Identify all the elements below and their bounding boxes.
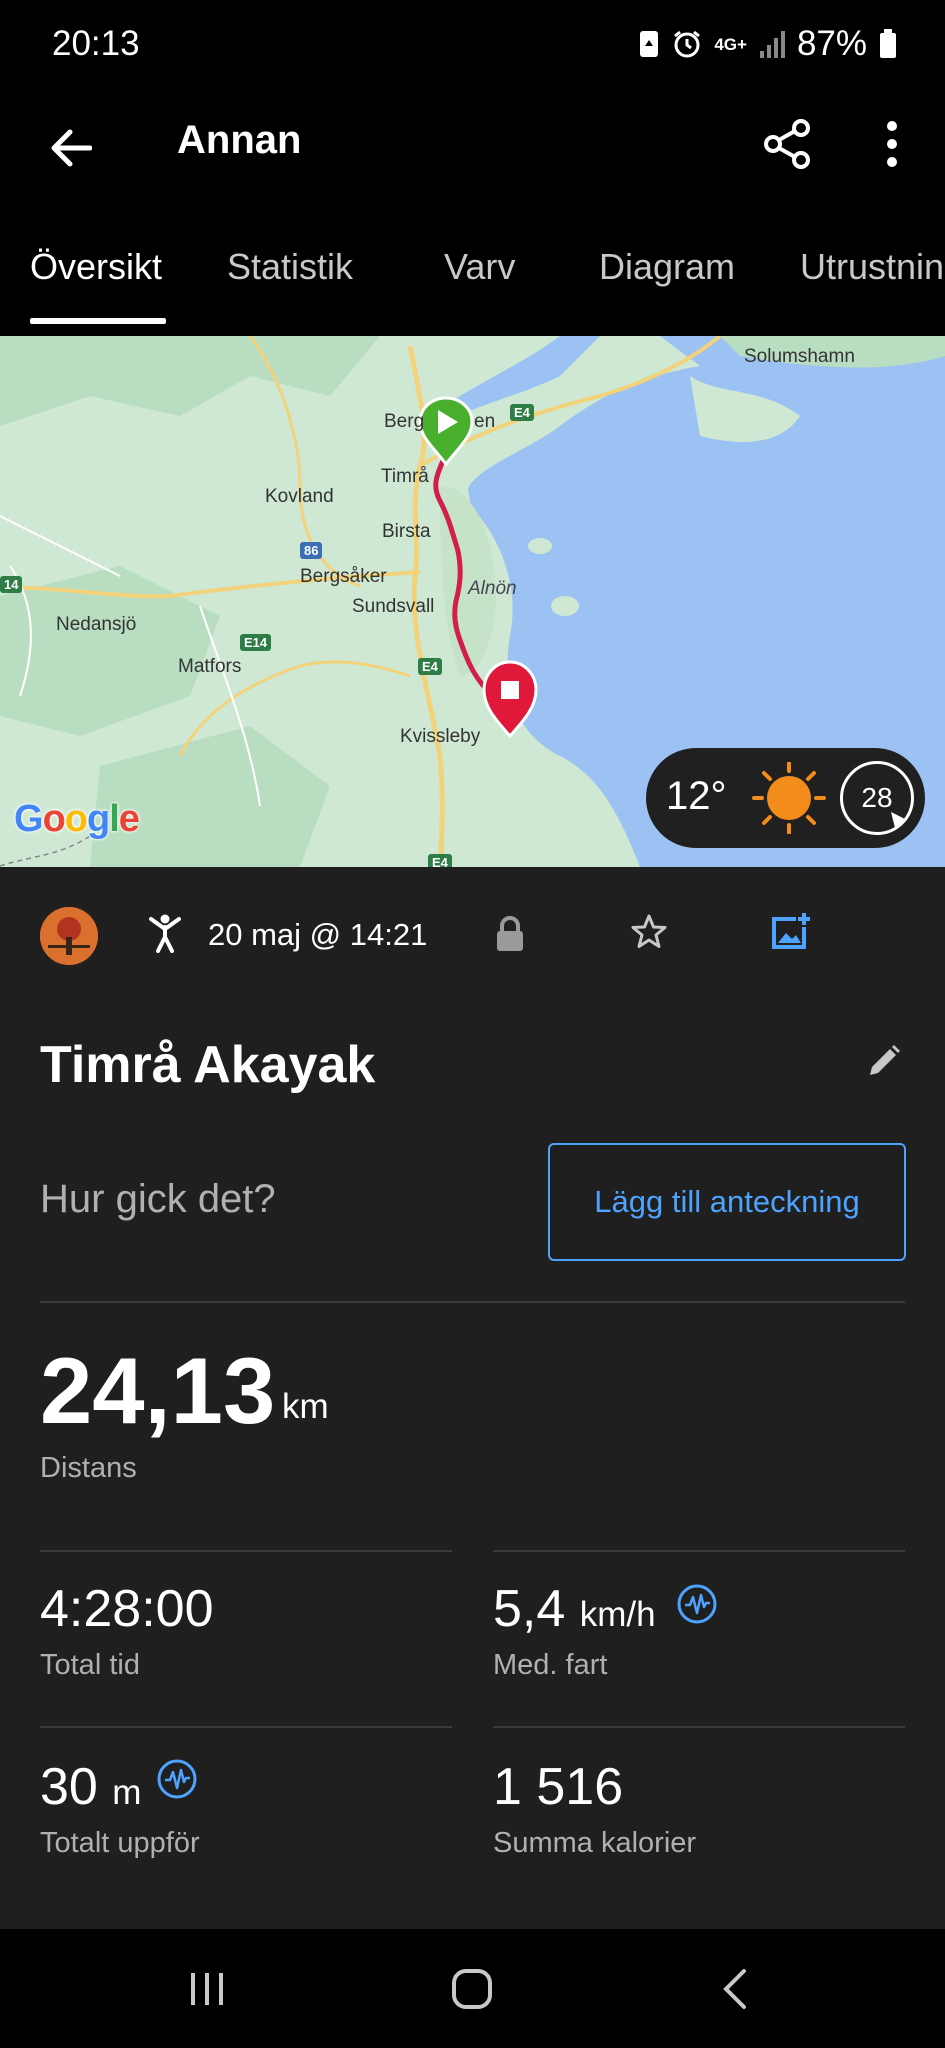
map-label-solumshamn: Solumshamn: [744, 346, 855, 367]
lock-icon[interactable]: [494, 915, 526, 953]
distance-label: Distans: [40, 1452, 137, 1484]
network-type: 4G+: [714, 34, 747, 54]
avg-speed-value: 5,4 km/h: [493, 1579, 656, 1639]
calories-label: Summa kalorier: [493, 1827, 697, 1859]
map-label-alnon: Alnön: [468, 578, 517, 599]
ascent-value: 30 m: [40, 1757, 141, 1817]
weather-widget[interactable]: 12° 28: [646, 748, 925, 848]
add-photo-icon[interactable]: [770, 911, 812, 951]
total-time-value: 4:28:00: [40, 1580, 214, 1638]
divider: [493, 1726, 905, 1728]
tab-diagram[interactable]: Diagram: [599, 246, 735, 288]
google-logo: Google: [14, 798, 140, 841]
map-label-kvissleby: Kvissleby: [400, 726, 481, 747]
map-label-bergsaker: Bergsåker: [300, 566, 387, 587]
chevron-left-icon: [723, 1969, 746, 2009]
google-letter: o: [42, 798, 66, 840]
avg-speed-unit: km/h: [579, 1595, 656, 1634]
system-back-button[interactable]: [700, 1959, 770, 2019]
calories-value: 1 516: [493, 1758, 624, 1816]
alarm-icon: [674, 30, 701, 58]
battery-icon: [880, 29, 896, 58]
divider: [40, 1726, 452, 1728]
activity-type-icon: [149, 914, 181, 953]
add-note-button[interactable]: Lägg till anteckning: [548, 1143, 906, 1261]
more-options-button[interactable]: [860, 112, 924, 176]
google-letter: e: [118, 798, 140, 840]
google-letter: o: [64, 798, 88, 840]
more-vertical-icon: [887, 121, 897, 167]
pencil-icon[interactable]: [866, 1043, 902, 1079]
ascent-unit: m: [112, 1773, 142, 1812]
activity-details: 20 maj @ 14:21 Timrå Akayak Hur gick det…: [0, 867, 945, 1929]
battery-percent: 87%: [796, 24, 867, 63]
active-tab-indicator: [30, 318, 166, 324]
road-badge-86: 86: [300, 542, 323, 559]
pulse-icon[interactable]: [676, 1583, 718, 1625]
status-icons: 4G+ 87%: [638, 22, 897, 66]
weather-temperature: 12°: [666, 774, 727, 818]
home-icon: [452, 1969, 492, 2009]
tab-utrustning[interactable]: Utrustning: [800, 246, 945, 288]
wind-direction-icon: [891, 812, 907, 828]
tab-oversikt[interactable]: Översikt: [30, 246, 162, 288]
tab-statistik[interactable]: Statistik: [227, 246, 353, 288]
map-label-birsta: Birsta: [382, 521, 431, 542]
pulse-icon[interactable]: [156, 1758, 198, 1800]
avatar-image: [40, 907, 98, 965]
page-title: Annan: [177, 118, 302, 162]
share-icon: [764, 119, 810, 169]
divider: [40, 1301, 905, 1303]
divider: [493, 1550, 905, 1552]
system-nav-bar: [0, 1929, 945, 2048]
star-icon[interactable]: [630, 913, 668, 951]
status-bar: 20:13 4G+ 87%: [0, 0, 945, 90]
map-label-kovland: Kovland: [265, 486, 334, 507]
distance-unit: km: [282, 1387, 329, 1426]
route-map[interactable]: Solumshamn Berg en Timrå Kovland Birsta …: [0, 336, 945, 867]
google-letter: g: [87, 798, 110, 840]
recent-apps-button[interactable]: [172, 1959, 242, 2019]
total-time-label: Total tid: [40, 1649, 140, 1681]
ascent-label: Totalt uppför: [40, 1827, 200, 1859]
activity-date: 20 maj @ 14:21: [208, 917, 428, 952]
google-letter: l: [109, 798, 120, 840]
map-label-nedansjo: Nedansjö: [56, 614, 137, 635]
recent-apps-icon: [191, 1973, 223, 2005]
map-label-sundsvall: Sundsvall: [352, 596, 435, 617]
divider: [40, 1550, 452, 1552]
road-badge-14: 14: [0, 576, 23, 593]
sun-icon: [752, 762, 826, 834]
map-label-bergeforsen-end: en: [474, 411, 496, 432]
arrow-left-icon: [51, 129, 92, 167]
road-badge-e4-south: E4: [428, 854, 452, 867]
avg-speed-label: Med. fart: [493, 1649, 608, 1681]
app-bar: Annan: [0, 90, 945, 240]
road-badge-e4-mid: E4: [418, 658, 442, 675]
avatar[interactable]: [40, 907, 98, 965]
road-badge-e14: E14: [240, 634, 272, 651]
road-badge-e4-north: E4: [510, 404, 534, 421]
avg-speed-number: 5,4: [493, 1580, 566, 1638]
map-label-timra: Timrå: [381, 466, 429, 487]
distance-value: 24,13: [40, 1338, 276, 1443]
tab-varv[interactable]: Varv: [444, 246, 515, 288]
status-time: 20:13: [52, 24, 140, 63]
tab-bar: Översikt Statistik Varv Diagram Utrustni…: [0, 240, 945, 330]
home-button[interactable]: [437, 1959, 507, 2019]
map-label-matfors: Matfors: [178, 656, 242, 677]
ascent-number: 30: [40, 1758, 98, 1816]
sync-icon: [640, 31, 659, 57]
back-button[interactable]: [38, 116, 102, 180]
google-letter: G: [14, 798, 44, 840]
note-prompt: Hur gick det?: [40, 1177, 276, 1221]
signal-icon: [759, 31, 785, 58]
activity-name: Timrå Akayak: [40, 1036, 376, 1094]
share-button[interactable]: [755, 112, 819, 176]
map-label-bergeforsen: Berg: [384, 411, 425, 432]
wind-indicator: 28: [840, 761, 914, 835]
